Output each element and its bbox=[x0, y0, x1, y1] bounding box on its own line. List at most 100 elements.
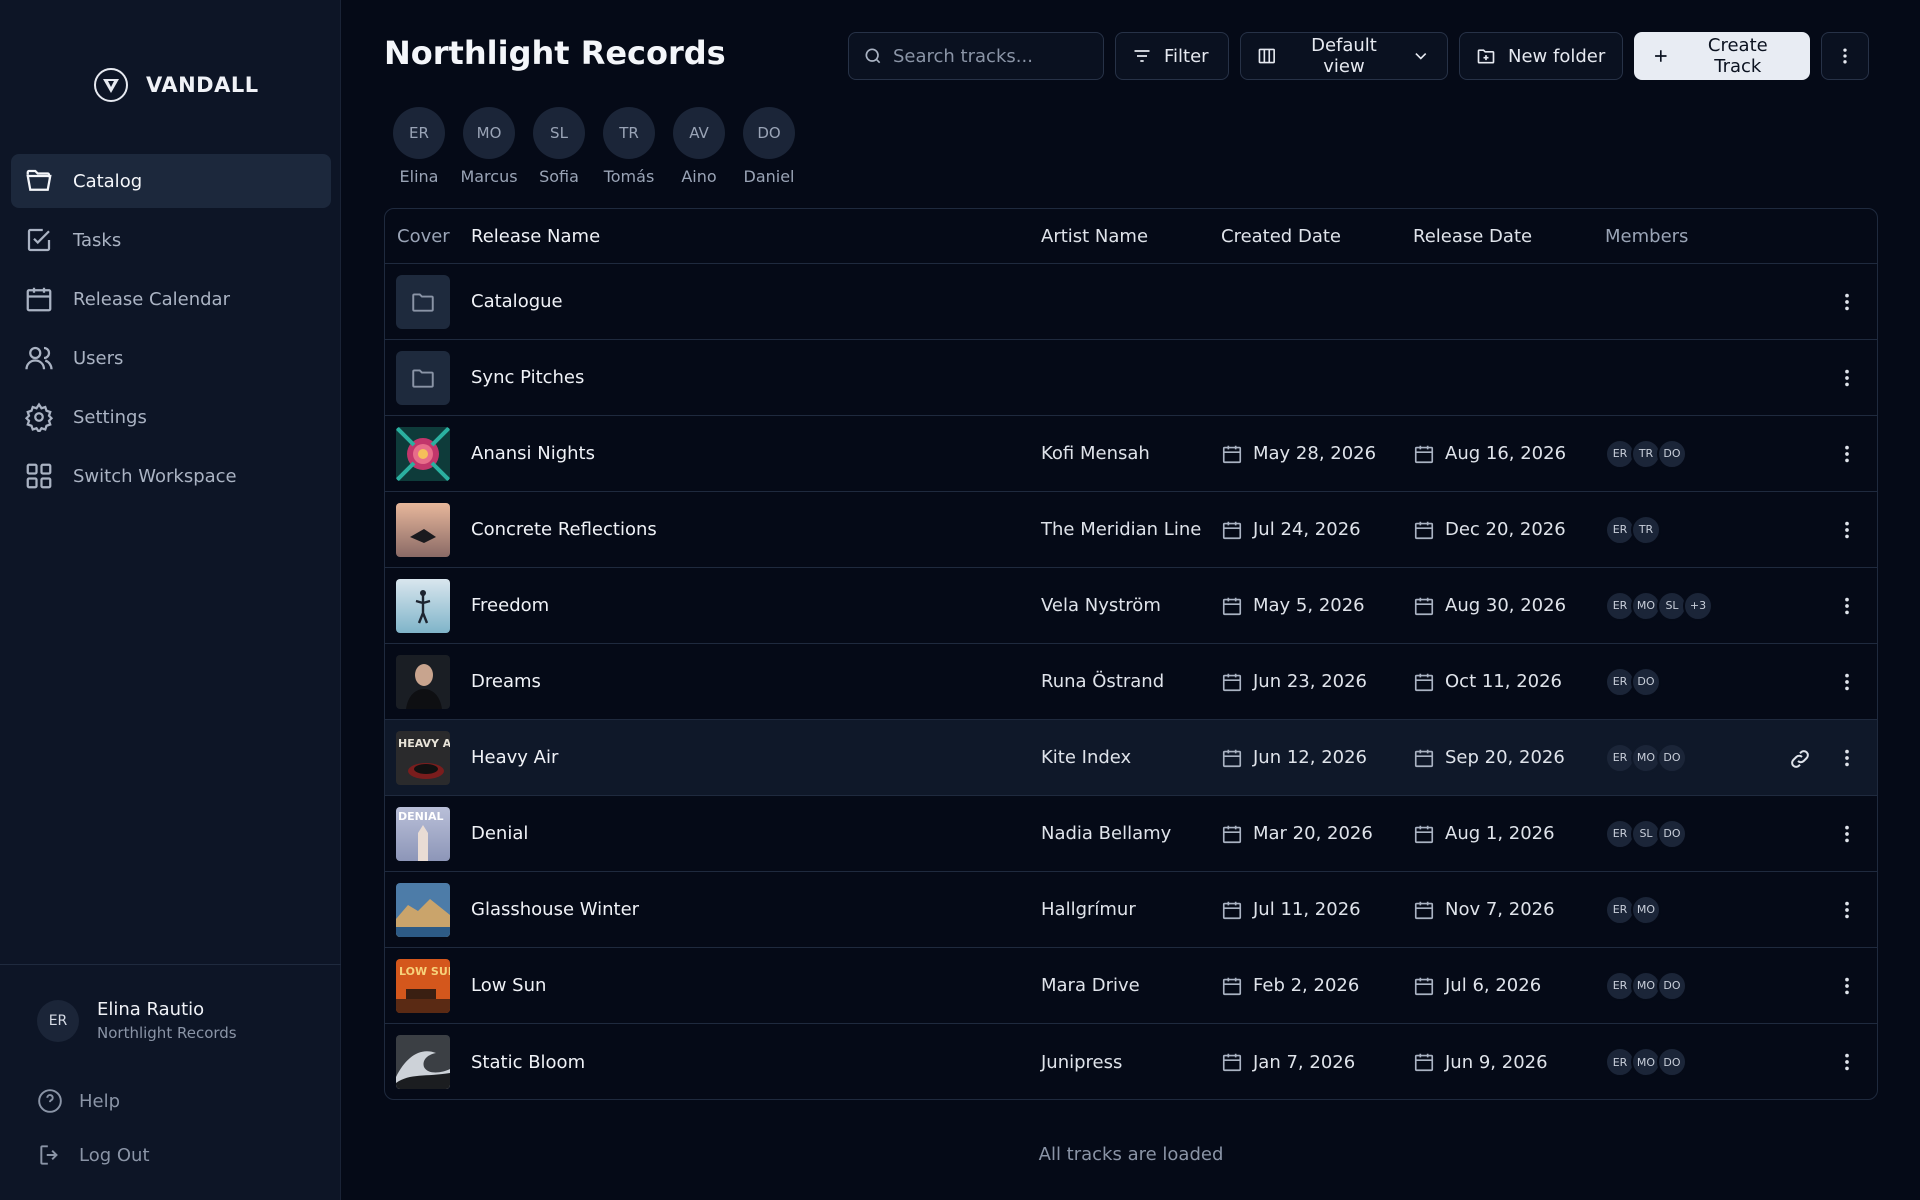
row-more-button[interactable] bbox=[1835, 594, 1859, 618]
row-more-button[interactable] bbox=[1835, 822, 1859, 846]
release-name[interactable]: Sync Pitches bbox=[471, 367, 1041, 388]
view-select[interactable]: Default view bbox=[1240, 32, 1448, 80]
calendar-icon bbox=[1414, 445, 1434, 463]
sidebar-item-label: Release Calendar bbox=[73, 288, 230, 310]
logout-label: Log Out bbox=[79, 1144, 150, 1166]
table-row[interactable]: Anansi Nights Kofi Mensah May 28, 2026 A… bbox=[385, 416, 1877, 492]
release-name[interactable]: Anansi Nights bbox=[471, 443, 1041, 464]
column-header-created[interactable]: Created Date bbox=[1221, 226, 1413, 247]
row-more-button[interactable] bbox=[1835, 366, 1859, 390]
column-header-artist[interactable]: Artist Name bbox=[1041, 226, 1221, 247]
sidebar-item-users[interactable]: Users bbox=[11, 331, 331, 385]
release-name[interactable]: Dreams bbox=[471, 671, 1041, 692]
svg-text:HEAVY AIR: HEAVY AIR bbox=[398, 737, 450, 750]
column-header-release[interactable]: Release Date bbox=[1413, 226, 1605, 247]
members-cell[interactable]: ER MO DO bbox=[1605, 970, 1785, 1001]
table-row[interactable]: DENIAL Denial Nadia Bellamy Mar 20, 2026… bbox=[385, 796, 1877, 872]
release-name[interactable]: Static Bloom bbox=[471, 1052, 1041, 1073]
release-date[interactable]: Sep 20, 2026 bbox=[1413, 747, 1605, 769]
calendar-icon bbox=[1414, 825, 1434, 843]
artist-name: Kite Index bbox=[1041, 747, 1132, 768]
search-box[interactable] bbox=[848, 32, 1104, 80]
search-input[interactable] bbox=[893, 45, 1093, 67]
release-name[interactable]: Concrete Reflections bbox=[471, 519, 1041, 540]
row-more-button[interactable] bbox=[1835, 290, 1859, 314]
members-cell[interactable]: ER MO SL +3 bbox=[1605, 590, 1785, 621]
sidebar: VANDALL Catalog Tasks Release Calendar U… bbox=[0, 0, 341, 1200]
table-row[interactable]: Freedom Vela Nyström May 5, 2026 Aug 30,… bbox=[385, 568, 1877, 644]
folder-icon bbox=[396, 350, 450, 405]
page-title: Northlight Records bbox=[384, 34, 726, 72]
release-date[interactable]: Nov 7, 2026 bbox=[1413, 899, 1605, 921]
member-chip[interactable]: MO Marcus bbox=[459, 107, 519, 186]
row-more-button[interactable] bbox=[1835, 898, 1859, 922]
member-chip[interactable]: SL Sofia bbox=[529, 107, 589, 186]
sidebar-item-release-calendar[interactable]: Release Calendar bbox=[11, 272, 331, 326]
table-row[interactable]: Glasshouse Winter Hallgrímur Jul 11, 202… bbox=[385, 872, 1877, 948]
release-name[interactable]: Denial bbox=[471, 823, 1041, 844]
new-folder-button[interactable]: New folder bbox=[1459, 32, 1623, 80]
release-date[interactable]: Oct 11, 2026 bbox=[1413, 671, 1605, 693]
release-name[interactable]: Heavy Air bbox=[471, 747, 1041, 768]
artist-name: Hallgrímur bbox=[1041, 899, 1136, 920]
brand[interactable]: VANDALL bbox=[94, 66, 259, 104]
release-name[interactable]: Glasshouse Winter bbox=[471, 899, 1041, 920]
release-date[interactable]: Aug 30, 2026 bbox=[1413, 595, 1605, 617]
member-chip[interactable]: TR Tomás bbox=[599, 107, 659, 186]
members-cell[interactable]: ER TR bbox=[1605, 514, 1785, 545]
member-chip[interactable]: AV Aino bbox=[669, 107, 729, 186]
sidebar-item-settings[interactable]: Settings bbox=[11, 390, 331, 444]
sidebar-item-tasks[interactable]: Tasks bbox=[11, 213, 331, 267]
member-name: Marcus bbox=[460, 167, 518, 186]
row-more-button[interactable] bbox=[1835, 974, 1859, 998]
member-chip[interactable]: ER Elina bbox=[389, 107, 449, 186]
calendar-icon bbox=[1414, 901, 1434, 919]
release-name[interactable]: Low Sun bbox=[471, 975, 1041, 996]
members-cell[interactable]: ER SL DO bbox=[1605, 818, 1785, 849]
member-chip[interactable]: DO Daniel bbox=[739, 107, 799, 186]
more-options-button[interactable] bbox=[1821, 32, 1869, 80]
members-cell[interactable]: ER TR DO bbox=[1605, 438, 1785, 469]
filter-label: Filter bbox=[1164, 45, 1209, 67]
user-card[interactable]: ER Elina Rautio Northlight Records bbox=[37, 999, 237, 1042]
copy-link-button[interactable] bbox=[1787, 746, 1813, 772]
table-row[interactable]: LOW SUN Low Sun Mara Drive Feb 2, 2026 J… bbox=[385, 948, 1877, 1024]
row-more-button[interactable] bbox=[1835, 670, 1859, 694]
view-label: Default view bbox=[1311, 35, 1377, 77]
row-more-button[interactable] bbox=[1835, 1050, 1859, 1074]
sidebar-item-label: Users bbox=[73, 347, 124, 369]
table-row[interactable]: HEAVY AIR Heavy Air Kite Index Jun 12, 2… bbox=[385, 720, 1877, 796]
folder-open-icon bbox=[23, 165, 55, 197]
row-more-button[interactable] bbox=[1835, 442, 1859, 466]
help-link[interactable]: Help bbox=[37, 1088, 120, 1114]
folder-row[interactable]: Catalogue bbox=[385, 264, 1877, 340]
table-row[interactable]: Concrete Reflections The Meridian Line J… bbox=[385, 492, 1877, 568]
cover-cell: HEAVY AIR bbox=[385, 730, 471, 785]
release-date[interactable]: Jun 9, 2026 bbox=[1413, 1051, 1605, 1073]
row-more-button[interactable] bbox=[1835, 518, 1859, 542]
calendar-icon bbox=[1414, 1053, 1434, 1072]
column-header-name[interactable]: Release Name bbox=[471, 226, 1041, 247]
members-cell[interactable]: ER DO bbox=[1605, 666, 1785, 697]
artist-name: Vela Nyström bbox=[1041, 595, 1161, 616]
row-more-button[interactable] bbox=[1835, 746, 1859, 770]
table-row[interactable]: Dreams Runa Östrand Jun 23, 2026 Oct 11,… bbox=[385, 644, 1877, 720]
members-cell[interactable]: ER MO DO bbox=[1605, 1047, 1785, 1077]
logout-link[interactable]: Log Out bbox=[37, 1142, 150, 1168]
members-cell[interactable]: ER MO bbox=[1605, 894, 1785, 925]
create-track-button[interactable]: Create Track bbox=[1634, 32, 1810, 80]
filter-button[interactable]: Filter bbox=[1115, 32, 1229, 80]
members-cell[interactable]: ER MO DO bbox=[1605, 742, 1785, 773]
link-icon bbox=[1791, 750, 1809, 768]
release-date[interactable]: Jul 6, 2026 bbox=[1413, 975, 1605, 997]
release-date[interactable]: Aug 1, 2026 bbox=[1413, 823, 1605, 845]
sidebar-item-catalog[interactable]: Catalog bbox=[11, 154, 331, 208]
release-date[interactable]: Aug 16, 2026 bbox=[1413, 443, 1605, 465]
folder-row[interactable]: Sync Pitches bbox=[385, 340, 1877, 416]
sidebar-item-switch-workspace[interactable]: Switch Workspace bbox=[11, 449, 331, 503]
release-name[interactable]: Catalogue bbox=[471, 291, 1041, 312]
release-date[interactable]: Dec 20, 2026 bbox=[1413, 519, 1605, 541]
created-date: May 28, 2026 bbox=[1221, 443, 1413, 465]
release-name[interactable]: Freedom bbox=[471, 595, 1041, 616]
table-row[interactable]: Static Bloom Junipress Jan 7, 2026 Jun 9… bbox=[385, 1024, 1877, 1099]
